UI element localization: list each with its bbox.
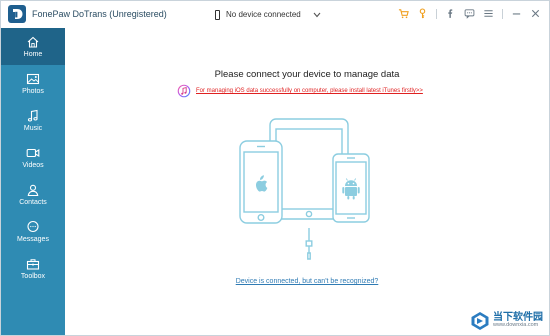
sidebar-item-label: Photos (22, 88, 44, 95)
toolbox-icon (26, 259, 40, 270)
install-itunes-link[interactable]: For managing iOS data successfully on co… (196, 88, 423, 94)
photos-icon (26, 73, 40, 85)
sidebar-item-label: Home (23, 51, 43, 58)
app-logo-icon (8, 5, 26, 23)
messages-icon (27, 220, 39, 233)
facebook-icon[interactable] (445, 8, 456, 19)
sidebar-item-music[interactable]: Music (1, 102, 65, 139)
sidebar-item-label: Messages (17, 236, 49, 243)
sidebar: Home Photos Music Videos Contacts Messag… (1, 28, 65, 335)
device-selector[interactable]: No device connected (215, 7, 321, 22)
window-controls (398, 8, 541, 19)
device-status-label: No device connected (226, 10, 301, 19)
toolbar-divider (436, 8, 437, 19)
watermark: 当下软件园 www.downxia.com (470, 311, 543, 331)
home-icon (27, 36, 39, 48)
close-icon[interactable] (530, 8, 541, 19)
page-title: Please connect your device to manage dat… (214, 69, 400, 80)
sidebar-item-contacts[interactable]: Contacts (1, 176, 65, 213)
app-window: FonePaw DoTrans (Unregistered) No device… (0, 0, 550, 336)
watermark-text: 当下软件园 www.downxia.com (493, 312, 543, 329)
sidebar-item-label: Videos (22, 162, 44, 169)
menu-icon[interactable] (483, 8, 494, 19)
watermark-logo-icon (471, 312, 489, 330)
key-icon[interactable] (417, 8, 428, 19)
cart-icon[interactable] (398, 8, 409, 19)
feedback-icon[interactable] (464, 8, 475, 19)
sidebar-item-photos[interactable]: Photos (1, 65, 65, 102)
sidebar-item-toolbox[interactable]: Toolbox (1, 250, 65, 287)
sidebar-item-label: Music (23, 125, 43, 132)
title-bar: FonePaw DoTrans (Unregistered) No device… (1, 1, 549, 28)
devices-illustration (239, 118, 370, 260)
app-title: FonePaw DoTrans (Unregistered) (32, 9, 167, 19)
contacts-icon (27, 184, 39, 197)
videos-icon (26, 148, 40, 158)
sidebar-item-label: Toolbox (20, 273, 46, 280)
music-icon (27, 109, 38, 122)
itunes-notice: For managing iOS data successfully on co… (177, 84, 423, 98)
device-not-recognized-link[interactable]: Device is connected, but can't be recogn… (65, 278, 549, 285)
main-panel: Please connect your device to manage dat… (65, 28, 549, 335)
watermark-url: www.downxia.com (493, 322, 539, 329)
phone-icon (215, 9, 220, 20)
sidebar-item-label: Contacts (19, 199, 47, 206)
minimize-icon[interactable] (511, 8, 522, 19)
sidebar-item-messages[interactable]: Messages (1, 213, 65, 250)
itunes-icon (177, 84, 191, 98)
sidebar-item-home[interactable]: Home (1, 28, 65, 65)
chevron-down-icon (313, 12, 321, 17)
toolbar-divider (502, 8, 503, 19)
sidebar-item-videos[interactable]: Videos (1, 139, 65, 176)
